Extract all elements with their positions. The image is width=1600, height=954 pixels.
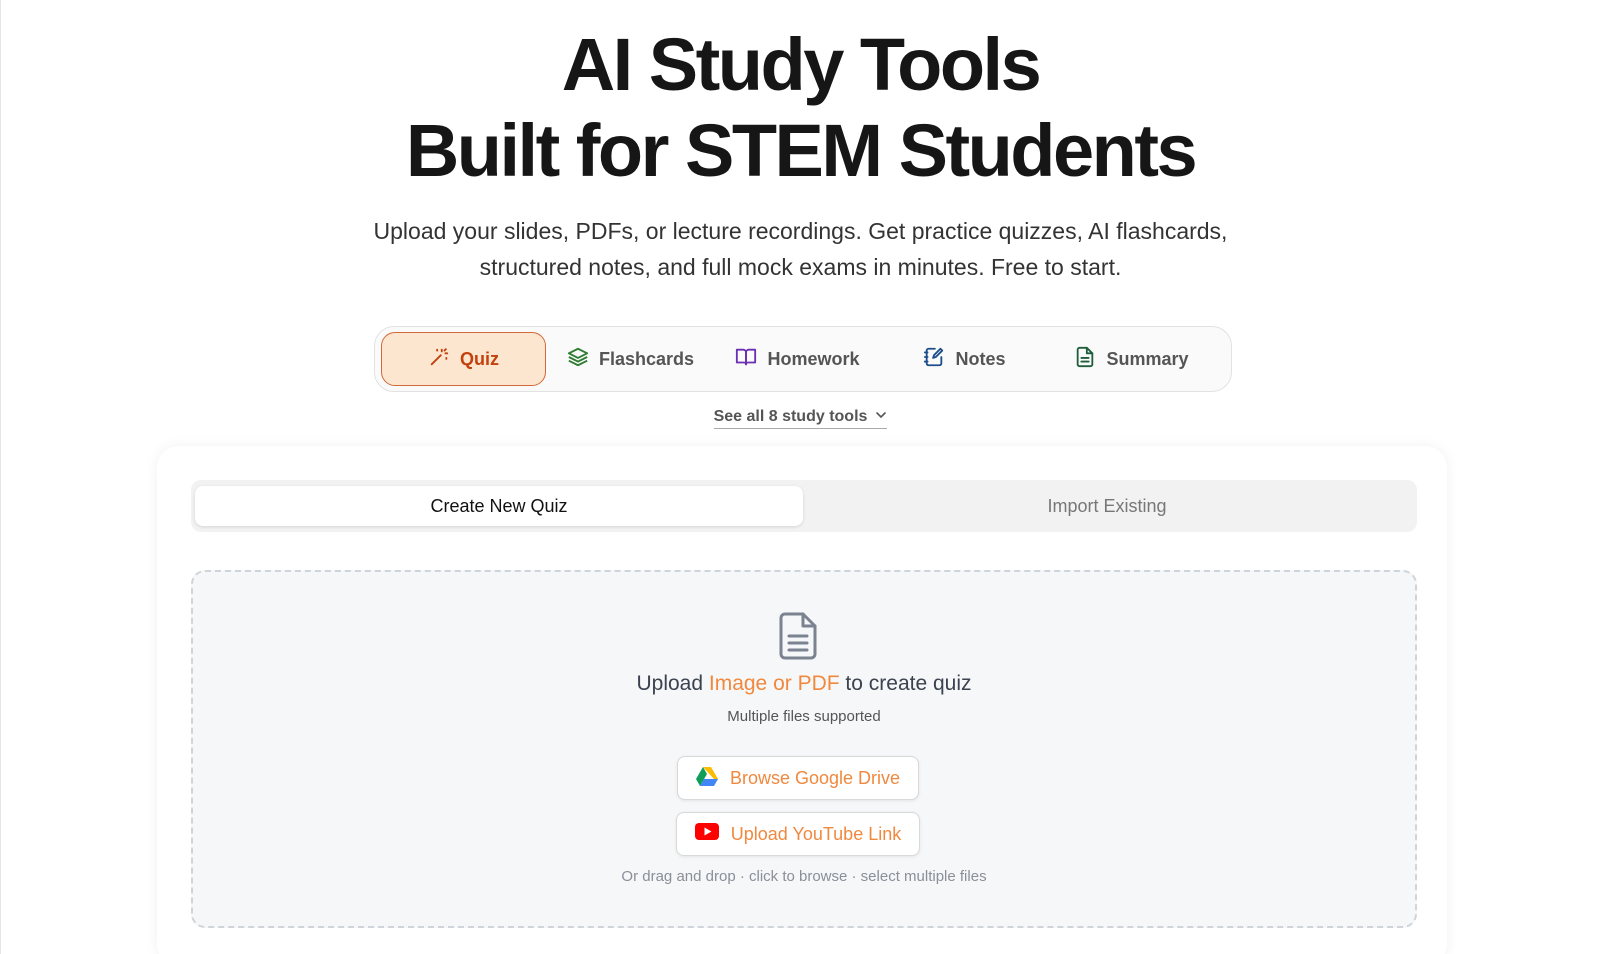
browse-google-drive-button[interactable]: Browse Google Drive xyxy=(677,756,919,800)
magic-wand-icon xyxy=(428,346,450,373)
multiple-files-note: Multiple files supported xyxy=(727,708,881,725)
page-subtitle: Upload your slides, PDFs, or lecture rec… xyxy=(1,213,1600,285)
study-tools-tabs: Quiz Flashcards Homework Notes Summary xyxy=(374,326,1232,392)
see-all-label: See all 8 study tools xyxy=(713,408,868,425)
tab-label: Notes xyxy=(955,348,1006,369)
mode-switch: Create New Quiz Import Existing xyxy=(191,480,1417,532)
subtitle-line-1: Upload your slides, PDFs, or lecture rec… xyxy=(373,218,1228,244)
title-line-1: AI Study Tools xyxy=(561,23,1042,106)
upload-suffix: to create quiz xyxy=(839,672,972,695)
see-all-tools-link[interactable]: See all 8 study tools xyxy=(713,408,888,429)
tab-summary[interactable]: Summary xyxy=(1049,332,1214,386)
import-existing-tab[interactable]: Import Existing xyxy=(803,486,1411,526)
file-text-icon xyxy=(1074,346,1096,373)
google-drive-icon xyxy=(695,766,718,791)
see-all-tools: See all 8 study tools xyxy=(1,408,1600,429)
subtitle-line-2: structured notes, and full mock exams in… xyxy=(479,254,1122,280)
page-title: AI Study Tools Built for STEM Students xyxy=(1,22,1600,194)
browse-google-drive-label: Browse Google Drive xyxy=(729,767,901,788)
upload-prefix: Upload xyxy=(636,672,709,695)
page: AI Study Tools Built for STEM Students U… xyxy=(0,0,1600,954)
tab-label: Quiz xyxy=(460,348,499,369)
tab-label: Flashcards xyxy=(598,348,695,369)
upload-youtube-link-button[interactable]: Upload YouTube Link xyxy=(676,812,920,856)
title-line-2: Built for STEM Students xyxy=(405,109,1198,192)
document-icon xyxy=(773,610,823,662)
tab-label: Summary xyxy=(1106,348,1189,369)
tab-quiz[interactable]: Quiz xyxy=(381,332,546,386)
tab-notes[interactable]: Notes xyxy=(882,332,1047,386)
chevron-down-icon xyxy=(875,408,887,426)
layers-icon xyxy=(567,346,589,373)
upload-youtube-link-label: Upload YouTube Link xyxy=(730,823,902,844)
youtube-icon xyxy=(694,823,719,845)
upload-instruction: Upload Image or PDF to create quiz xyxy=(193,672,1415,696)
drag-drop-note: Or drag and drop · click to browse · sel… xyxy=(621,868,987,885)
upload-file-types[interactable]: Image or PDF xyxy=(709,672,840,695)
tab-flashcards[interactable]: Flashcards xyxy=(548,332,713,386)
tab-homework[interactable]: Homework xyxy=(715,332,880,386)
quiz-creator-card: Create New Quiz Import Existing Upload I… xyxy=(157,446,1447,954)
tab-label: Homework xyxy=(767,348,860,369)
upload-dropzone[interactable]: Upload Image or PDF to create quiz Multi… xyxy=(191,570,1417,928)
notebook-pen-icon xyxy=(923,346,945,373)
create-new-quiz-tab[interactable]: Create New Quiz xyxy=(195,486,803,526)
book-open-icon xyxy=(735,346,757,373)
